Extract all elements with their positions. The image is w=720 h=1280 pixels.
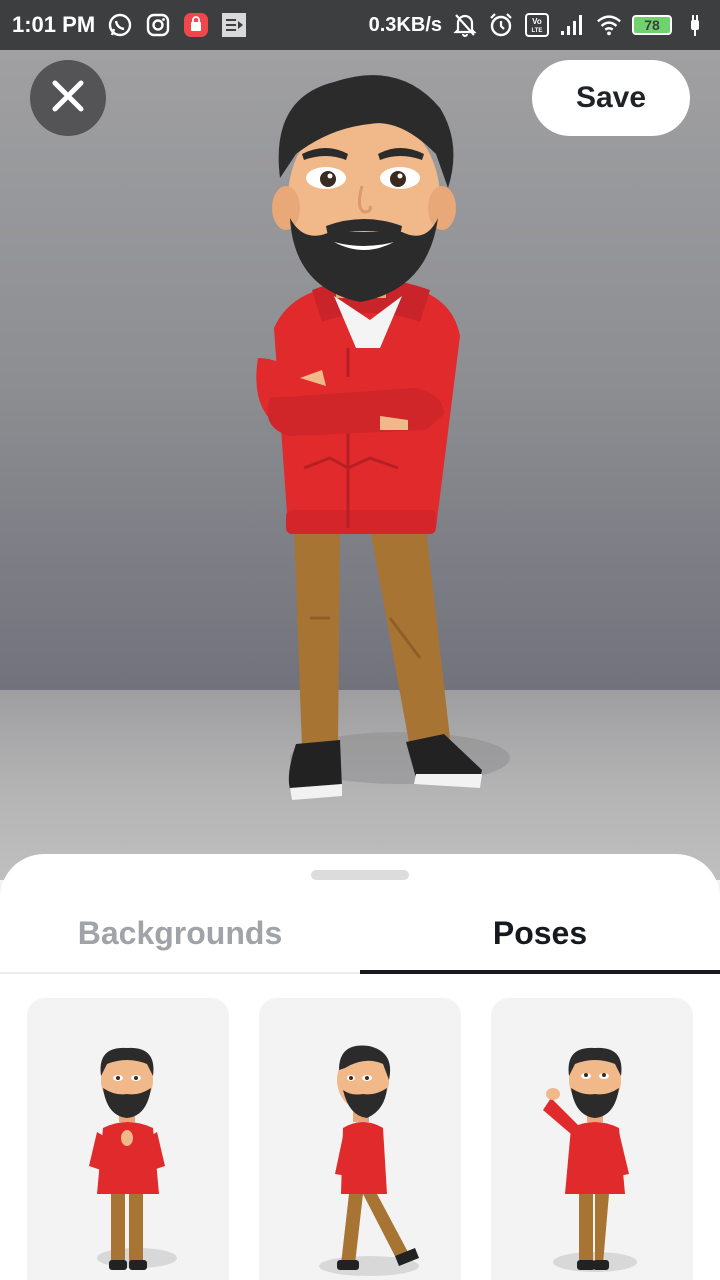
pose-card-hands-together[interactable] bbox=[27, 998, 229, 1280]
bottom-sheet: Backgrounds Poses bbox=[0, 854, 720, 1280]
whatsapp-icon bbox=[107, 12, 133, 38]
status-bar: 1:01 PM 0.3KB/s Vo LTE 78 bbox=[0, 0, 720, 50]
save-button[interactable]: Save bbox=[532, 60, 690, 136]
tab-poses[interactable]: Poses bbox=[360, 894, 720, 974]
pose-card-saluting[interactable] bbox=[491, 998, 693, 1280]
battery-level: 78 bbox=[644, 17, 660, 33]
pose-grid bbox=[27, 998, 695, 1280]
avatar-figure bbox=[256, 75, 510, 800]
status-right: 0.3KB/s Vo LTE 78 bbox=[369, 12, 708, 38]
tab-bar: Backgrounds Poses bbox=[0, 894, 720, 974]
pose-avatar-1 bbox=[89, 1047, 177, 1270]
tab-backgrounds[interactable]: Backgrounds bbox=[0, 894, 360, 972]
charging-icon bbox=[682, 12, 708, 38]
network-speed: 0.3KB/s bbox=[368, 13, 442, 36]
status-time: 1:01 PM bbox=[12, 12, 96, 37]
instagram-icon bbox=[145, 12, 171, 38]
pose-card-walking[interactable] bbox=[259, 998, 461, 1280]
battery-icon: 78 bbox=[632, 15, 672, 35]
avatar-scene: Save bbox=[0, 50, 720, 880]
svg-text:LTE: LTE bbox=[532, 28, 543, 34]
close-icon bbox=[51, 79, 85, 118]
mute-bell-icon bbox=[452, 12, 478, 38]
signal-icon bbox=[560, 12, 586, 38]
svg-text:Vo: Vo bbox=[532, 17, 542, 26]
status-left: 1:01 PM bbox=[12, 12, 247, 38]
shopping-bag-icon bbox=[183, 12, 209, 38]
close-button[interactable] bbox=[30, 60, 106, 136]
notes-icon bbox=[221, 12, 247, 38]
pose-avatar-2 bbox=[319, 1045, 419, 1276]
volte-icon: Vo LTE bbox=[524, 12, 550, 38]
pose-avatar-3 bbox=[543, 1047, 637, 1272]
drag-handle[interactable] bbox=[311, 870, 409, 880]
alarm-icon bbox=[488, 12, 514, 38]
wifi-icon bbox=[596, 12, 622, 38]
